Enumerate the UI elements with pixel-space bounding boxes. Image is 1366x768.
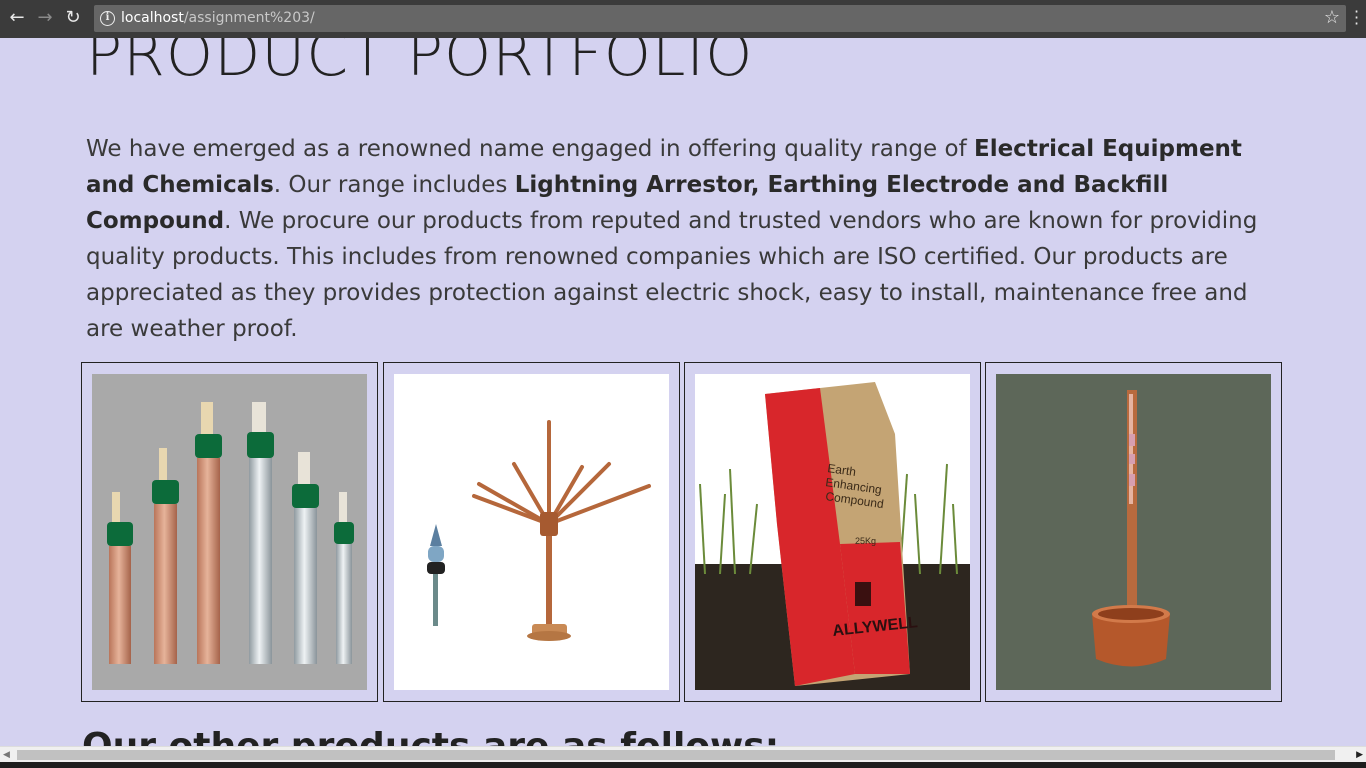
scroll-left-icon[interactable]: ◀ [3,750,10,760]
intro-paragraph: We have emerged as a renowned name engag… [86,131,1286,347]
url-path: /assignment%203/ [183,10,315,26]
product-card-earthing-rod[interactable] [985,362,1282,702]
horizontal-scrollbar[interactable]: ◀ ▶ [0,746,1366,762]
scrollbar-thumb[interactable] [17,750,1335,760]
product-gallery: Earth Enhancing Compound 25Kg ALLYWELL [81,362,1283,702]
menu-dots-icon[interactable]: · · · [1354,4,1364,32]
address-bar[interactable]: i localhost/assignment%203/ ☆ · · · [94,4,1359,32]
product-card-electrodes[interactable] [81,362,378,702]
page-viewport: PRODUCT PORTFOLIO We have emerged as a r… [0,38,1366,746]
electrodes-image [92,374,367,690]
intro-text-3: . We procure our products from reputed a… [86,208,1258,342]
backfill-compound-image: Earth Enhancing Compound 25Kg ALLYWELL [695,374,970,690]
scroll-right-icon[interactable]: ▶ [1356,750,1363,760]
reload-icon[interactable]: ↻ [62,7,84,29]
back-arrow-icon[interactable]: ← [6,7,28,29]
lightning-arrestor-image [394,374,669,690]
product-card-backfill-compound[interactable]: Earth Enhancing Compound 25Kg ALLYWELL [684,362,981,702]
taskbar-strip [0,762,1366,768]
url-text[interactable]: localhost/assignment%203/ [121,10,315,26]
browser-toolbar: ← → ↻ i localhost/assignment%203/ ☆ · · · [0,0,1366,38]
star-icon[interactable]: ☆ [1324,7,1340,28]
product-card-lightning-arrestor[interactable] [383,362,680,702]
intro-text-1: We have emerged as a renowned name engag… [86,136,974,162]
intro-text-2: . Our range includes [273,172,515,198]
url-host: localhost [121,10,184,26]
bag-weight: 25Kg [855,536,876,546]
info-icon[interactable]: i [100,11,115,26]
other-products-heading: Our other products are as follows: [82,726,779,746]
earthing-rod-image [996,374,1271,690]
forward-arrow-icon[interactable]: → [34,7,56,29]
page-title: PRODUCT PORTFOLIO [86,38,754,90]
